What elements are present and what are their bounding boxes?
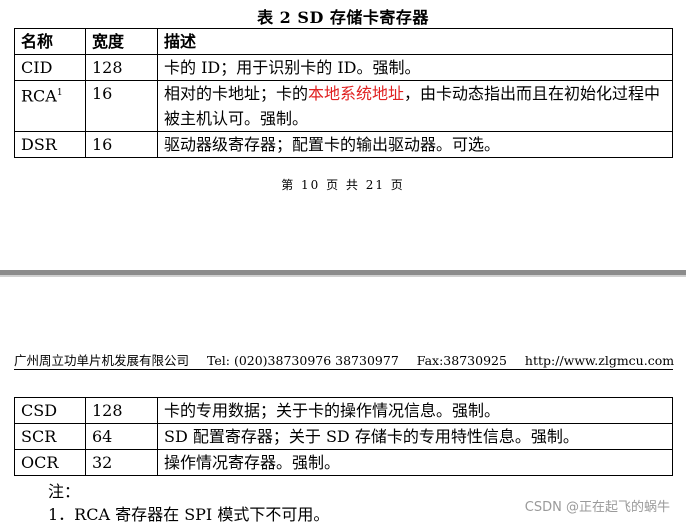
- register-width: 128: [85, 397, 158, 424]
- register-width: 32: [85, 449, 158, 476]
- footnote-marker: 1: [56, 88, 63, 98]
- register-table-part2: CSD 128 卡的专用数据；关于卡的操作情况信息。强制。 SCR 64 SD …: [14, 397, 673, 476]
- notes-label: 注：: [48, 482, 81, 501]
- register-width: 16: [85, 131, 158, 158]
- register-description: 驱动器级寄存器；配置卡的输出驱动器。可选。: [157, 131, 673, 158]
- register-name: CID: [14, 54, 86, 81]
- table-row: OCR 32 操作情况寄存器。强制。: [14, 449, 673, 476]
- desc-before: 相对的卡地址；卡的: [164, 84, 309, 103]
- page-header: 广州周立功单片机发展有限公司 Tel: (020)38730976 387309…: [14, 350, 675, 369]
- register-table-part1: 名称 宽度 描述 CID 128 卡的 ID；用于识别卡的 ID。强制。 RCA…: [14, 28, 673, 158]
- table-row: CSD 128 卡的专用数据；关于卡的操作情况信息。强制。: [14, 397, 673, 424]
- page-break-shadow: [0, 275, 686, 277]
- header-rule: [14, 369, 673, 370]
- header-description: 描述: [157, 28, 673, 55]
- register-description: 卡的 ID；用于识别卡的 ID。强制。: [157, 54, 673, 81]
- table-row: DSR 16 驱动器级寄存器；配置卡的输出驱动器。可选。: [14, 131, 673, 158]
- register-name: SCR: [14, 423, 86, 450]
- register-description: SD 配置寄存器；关于 SD 存储卡的专用特性信息。强制。: [157, 423, 673, 450]
- register-name: RCA1: [14, 80, 86, 132]
- register-description: 相对的卡地址；卡的本地系统地址，由卡动态指出而且在初始化过程中被主机认可。强制。: [157, 80, 673, 132]
- watermark: CSDN @正在起飞的蜗牛: [524, 500, 670, 515]
- register-width: 16: [85, 80, 158, 132]
- fax-info: Fax:38730925: [416, 353, 507, 368]
- header-width: 宽度: [85, 28, 158, 55]
- register-name: CSD: [14, 397, 86, 424]
- table-title: 表 2 SD 存储卡寄存器: [257, 8, 429, 27]
- header-name: 名称: [14, 28, 86, 55]
- note-item: 1．RCA 寄存器在 SPI 模式下不可用。: [48, 505, 330, 524]
- desc-highlight: 本地系统地址: [308, 84, 405, 103]
- table-row: RCA1 16 相对的卡地址；卡的本地系统地址，由卡动态指出而且在初始化过程中被…: [14, 80, 673, 132]
- website-url: http://www.zlgmcu.com: [524, 353, 675, 368]
- tel-info: Tel: (020)38730976 38730977: [207, 353, 399, 368]
- table-row: CID 128 卡的 ID；用于识别卡的 ID。强制。: [14, 54, 673, 81]
- register-description: 操作情况寄存器。强制。: [157, 449, 673, 476]
- register-name-text: RCA: [21, 86, 57, 106]
- page-number-footer: 第 10 页 共 21 页: [281, 178, 405, 192]
- register-description: 卡的专用数据；关于卡的操作情况信息。强制。: [157, 397, 673, 424]
- register-name: OCR: [14, 449, 86, 476]
- company-name: 广州周立功单片机发展有限公司: [14, 353, 190, 368]
- register-width: 64: [85, 423, 158, 450]
- register-width: 128: [85, 54, 158, 81]
- table-row: SCR 64 SD 配置寄存器；关于 SD 存储卡的专用特性信息。强制。: [14, 423, 673, 450]
- register-name: DSR: [14, 131, 86, 158]
- table-header-row: 名称 宽度 描述: [14, 28, 673, 55]
